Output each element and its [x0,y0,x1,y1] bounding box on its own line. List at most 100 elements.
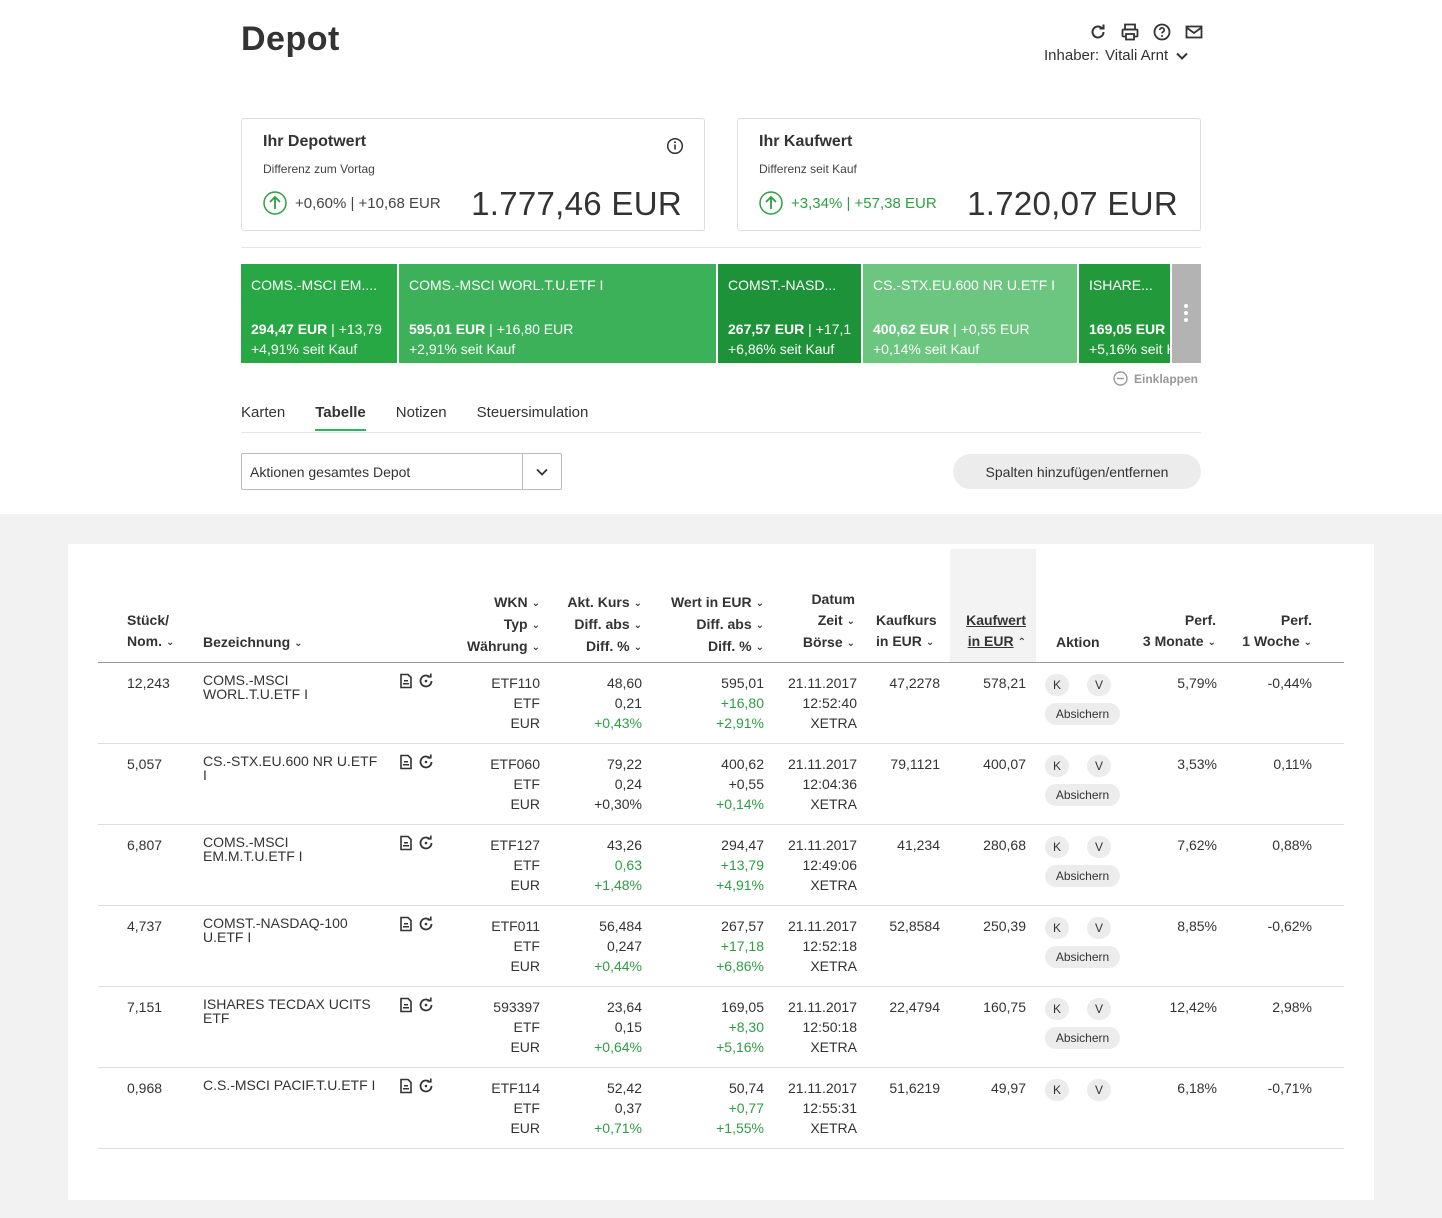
info-icon[interactable] [666,137,684,155]
document-icon[interactable] [398,754,414,770]
kaufwert-cell: 578,21 [983,675,1026,691]
position-tile[interactable]: COMST.-NASD... 267,57 EUR | +17,1 +6,86%… [718,264,863,363]
hedge-button[interactable]: Absichern [1045,946,1120,968]
kaufkurs-cell: 51,6219 [889,1080,940,1096]
bezeichnung-cell[interactable]: CS.-STX.EU.600 NR U.ETF I [203,754,383,782]
header-kaufwert[interactable]: Kaufwert in EUR ⌃ [966,610,1026,653]
row-icons [398,835,434,851]
stueck-cell: 12,243 [127,675,170,691]
buy-button[interactable]: K [1045,674,1069,696]
more-tiles-button[interactable] [1172,264,1201,363]
tile-performance: +0,14% seit Kauf [873,341,980,357]
header-perf-3m[interactable]: Perf. 3 Monate ⌄ [1143,610,1216,653]
datum-cell: 21.11.2017 12:55:31 XETRA [787,1080,857,1136]
row-icons [398,916,434,932]
perf-3m-cell: 7,62% [1177,837,1217,853]
position-tile[interactable]: COMS.-MSCI WORL.T.U.ETF I 595,01 EUR | +… [399,264,718,363]
owner-label: Inhaber: [1044,47,1100,64]
kaufwert-cell: 400,07 [983,756,1026,772]
document-icon[interactable] [398,916,414,932]
position-tile[interactable]: ISHARE... 169,05 EUR +5,16% seit Kauf [1079,264,1172,363]
actions-select[interactable]: Aktionen gesamtes Depot [241,453,562,490]
collapse-label: Einklappen [1134,371,1199,386]
tab-karten[interactable]: Karten [241,404,285,431]
tile-value: 400,62 EUR | +0,55 EUR [873,321,1030,337]
sell-button[interactable]: V [1087,836,1111,858]
buy-button[interactable]: K [1045,755,1069,777]
reload-icon[interactable] [418,754,434,770]
reload-icon[interactable] [418,916,434,932]
sell-button[interactable]: V [1087,998,1111,1020]
tabs-divider [241,432,1201,433]
sell-button[interactable]: V [1087,1079,1111,1101]
print-icon[interactable] [1120,22,1140,42]
position-tile[interactable]: COMS.-MSCI EM.... 294,47 EUR | +13,79 +4… [241,264,399,363]
header-kaufkurs[interactable]: Kaufkurs in EUR ⌄ [876,610,937,653]
portfolio-table: Stück/ Nom. ⌄ Bezeichnung ⌄ WKN ⌄ Typ ⌄ Währ… [68,544,1374,1200]
reload-icon[interactable] [418,673,434,689]
row-icons [398,754,434,770]
buy-button[interactable]: K [1045,917,1069,939]
document-icon[interactable] [398,835,414,851]
owner-selector[interactable]: Inhaber: Vitali Arnt [1044,47,1190,64]
tab-notizen[interactable]: Notizen [396,404,447,431]
card-diff: +0,60% | +10,68 EUR [263,191,441,215]
row-icons [398,673,434,689]
hedge-button[interactable]: Absichern [1045,865,1120,887]
bezeichnung-cell[interactable]: COMST.-NASDAQ-100 U.ETF I [203,916,383,944]
table-row: 4,737 COMST.-NASDAQ-100 U.ETF I ETF011 ETF E… [98,906,1344,987]
bezeichnung-cell[interactable]: ISHARES TECDAX UCITS ETF [203,997,383,1025]
bezeichnung-cell[interactable]: COMS.-MSCI WORL.T.U.ETF I [203,673,383,701]
hedge-button[interactable]: Absichern [1045,703,1120,725]
perf-3m-cell: 3,53% [1177,756,1217,772]
kaufkurs-cell: 47,2278 [889,675,940,691]
header-stueck[interactable]: Stück/ Nom. ⌄ [127,610,174,653]
position-tile[interactable]: CS.-STX.EU.600 NR U.ETF I 400,62 EUR | +… [863,264,1079,363]
header-wkn[interactable]: WKN ⌄ Typ ⌄ Währung ⌄ [467,592,540,658]
hedge-button[interactable]: Absichern [1045,784,1120,806]
header-kurs[interactable]: Akt. Kurs ⌄ Diff. abs ⌄ Diff. % ⌄ [567,592,642,658]
tab-tabelle[interactable]: Tabelle [315,404,366,431]
sell-button[interactable]: V [1087,674,1111,696]
collapse-button[interactable]: Einklappen [1113,371,1198,386]
datum-cell: 21.11.2017 12:52:18 XETRA [787,918,857,974]
reload-icon[interactable] [418,835,434,851]
reload-icon[interactable] [418,997,434,1013]
buy-button[interactable]: K [1045,998,1069,1020]
kaufkurs-cell: 22,4794 [889,999,940,1015]
header-wert[interactable]: Wert in EUR ⌄ Diff. abs ⌄ Diff. % ⌄ [671,592,764,658]
document-icon[interactable] [398,673,414,689]
header-perf-1w[interactable]: Perf. 1 Woche ⌄ [1242,610,1312,653]
kaufwert-cell: 160,75 [983,999,1026,1015]
reload-icon[interactable] [418,1078,434,1094]
card-value: 1.777,46 EUR [471,185,682,222]
kaufkurs-cell: 52,8584 [889,918,940,934]
perf-3m-cell: 5,79% [1177,675,1217,691]
minus-circle-icon [1113,371,1128,386]
table-row: 7,151 ISHARES TECDAX UCITS ETF 593397 ETF EU… [98,987,1344,1068]
wert-cell: 294,47 +13,79 +4,91% [716,837,764,893]
tile-name: COMST.-NASD... [728,277,837,293]
buy-button[interactable]: K [1045,836,1069,858]
header-datum[interactable]: Datum Zeit ⌄ Börse ⌄ [803,589,855,654]
buy-button[interactable]: K [1045,1079,1069,1101]
mail-icon[interactable] [1184,22,1204,42]
columns-button[interactable]: Spalten hinzufügen/entfernen [953,454,1201,489]
bezeichnung-cell[interactable]: COMS.-MSCI EM.M.T.U.ETF I [203,835,383,863]
hedge-button[interactable]: Absichern [1045,1027,1120,1049]
select-toggle[interactable] [522,454,561,489]
refresh-icon[interactable] [1088,22,1108,42]
tile-performance: +6,86% seit Kauf [728,341,835,357]
sell-button[interactable]: V [1087,755,1111,777]
page-title: Depot [241,20,340,58]
document-icon[interactable] [398,1078,414,1094]
tab-steuersimulation[interactable]: Steuersimulation [477,404,589,431]
header-bezeichnung[interactable]: Bezeichnung ⌄ [203,632,303,654]
sell-button[interactable]: V [1087,917,1111,939]
help-icon[interactable] [1152,22,1172,42]
bezeichnung-cell[interactable]: C.S.-MSCI PACIF.T.U.ETF I [203,1078,383,1092]
header-aktion: Aktion [1056,634,1100,650]
document-icon[interactable] [398,997,414,1013]
tile-value: 294,47 EUR | +13,79 [251,321,382,337]
card-title: Ihr Depotwert [263,133,367,150]
